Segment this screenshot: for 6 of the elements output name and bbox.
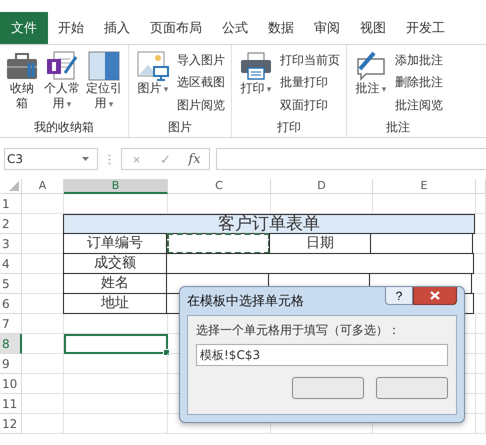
- group-label: 打印: [276, 119, 302, 136]
- dialog-prompt: 选择一个单元格用于填写（可多选）：: [196, 322, 401, 339]
- group-label: 批注: [385, 119, 411, 136]
- group-label: 我的收纳箱: [33, 119, 95, 136]
- dialog-title: 在模板中选择单元格: [187, 293, 304, 310]
- group-label: 图片: [167, 119, 193, 136]
